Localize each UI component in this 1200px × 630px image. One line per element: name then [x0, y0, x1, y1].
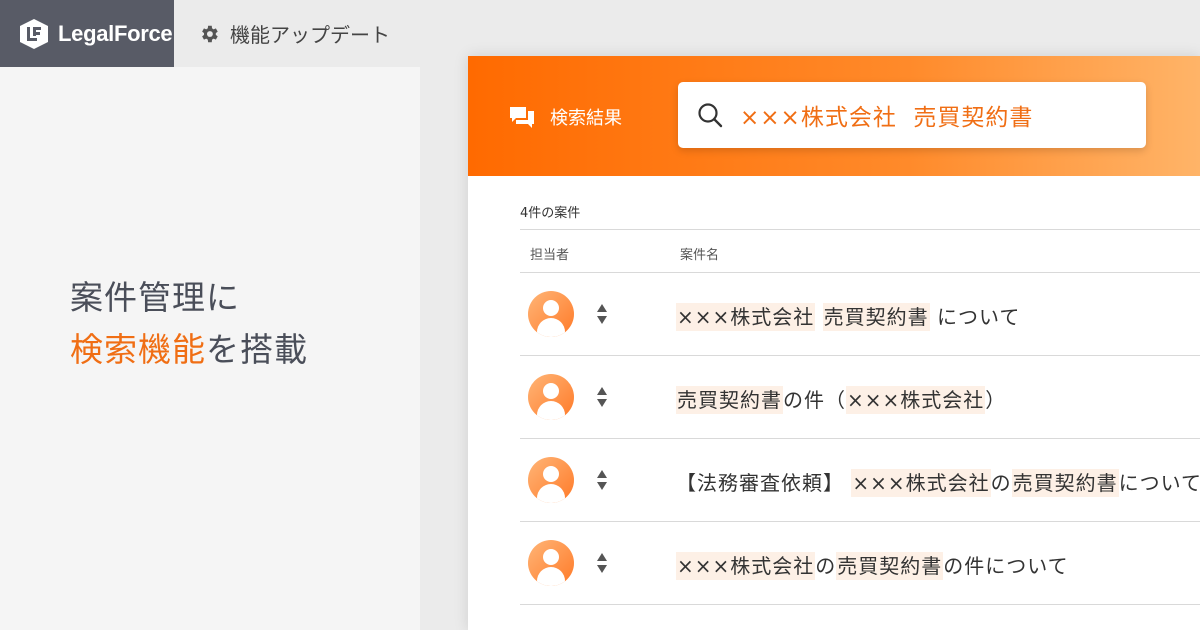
avatar[interactable]: [528, 457, 574, 503]
title-text: の: [815, 554, 837, 578]
table-row[interactable]: 【法務審査依頼】 ×××株式会社の売買契約書について: [520, 439, 1200, 522]
headline-suffix-2: を搭載: [206, 330, 308, 369]
sort-arrows-icon[interactable]: [596, 386, 608, 408]
avatar[interactable]: [528, 540, 574, 586]
column-header-matter-name[interactable]: 案件名: [680, 244, 719, 263]
title-highlight: 売買契約書: [676, 386, 783, 414]
title-text: の件（: [783, 388, 846, 412]
title-text: 【法務審査依頼】: [676, 471, 852, 495]
title-text: について: [929, 305, 1021, 329]
headline-suffix-1: に: [206, 278, 240, 317]
headline-line-1: 案件管理に: [70, 272, 308, 324]
title-highlight: ×××株式会社: [676, 303, 816, 331]
avatar[interactable]: [528, 291, 574, 337]
sort-arrows-icon[interactable]: [596, 552, 608, 574]
feature-update-label: 機能アップデート: [230, 23, 390, 47]
column-header-assignee[interactable]: 担当者: [530, 244, 569, 263]
logo[interactable]: LegalForce: [0, 0, 174, 67]
headline: 案件管理に 検索機能を搭載: [70, 272, 308, 376]
top-bar: LegalForce 機能アップデート: [0, 0, 420, 67]
matter-title: 【法務審査依頼】 ×××株式会社の売買契約書について: [676, 467, 1200, 497]
title-highlight: ×××株式会社: [846, 386, 986, 414]
headline-line-2: 検索機能を搭載: [70, 324, 308, 376]
sort-arrows-icon[interactable]: [596, 469, 608, 491]
matter-title: ×××株式会社の売買契約書の件について: [676, 550, 1069, 580]
avatar[interactable]: [528, 374, 574, 420]
search-header: 検索結果 ×××株式会社 売買契約書: [468, 56, 1200, 176]
matter-title: 売買契約書の件（×××株式会社）: [676, 384, 1007, 414]
search-results-label: 検索結果: [508, 104, 622, 130]
logo-text: LegalForce: [58, 20, 173, 46]
result-count: 4件の案件: [520, 206, 581, 221]
table-row[interactable]: ×××株式会社 売買契約書 について: [520, 273, 1200, 356]
table-row[interactable]: 売買契約書の件（×××株式会社）: [520, 356, 1200, 439]
chat-bubbles-icon: [510, 107, 534, 128]
title-highlight: ×××株式会社: [676, 552, 816, 580]
search-icon: [698, 103, 723, 128]
title-highlight: ×××株式会社: [851, 469, 991, 497]
search-input[interactable]: ×××株式会社 売買契約書: [678, 82, 1146, 148]
divider: [520, 229, 1200, 230]
title-text: について: [1118, 471, 1200, 495]
search-query[interactable]: ×××株式会社 売買契約書: [740, 98, 1033, 132]
feature-update-link[interactable]: 機能アップデート: [174, 0, 390, 67]
headline-accent: 検索機能: [70, 330, 206, 369]
title-text: の件について: [943, 554, 1069, 578]
headline-main: 案件管理: [70, 278, 206, 317]
gear-icon: [202, 25, 218, 42]
legalforce-logo-icon: [20, 18, 48, 49]
sort-arrows-icon[interactable]: [596, 303, 608, 325]
title-text: の: [990, 471, 1012, 495]
title-text: [815, 305, 822, 329]
search-results-text: 検索結果: [550, 108, 622, 129]
matter-title: ×××株式会社 売買契約書 について: [676, 301, 1021, 331]
table-row[interactable]: ×××株式会社の売買契約書の件について: [520, 522, 1200, 605]
title-highlight: 売買契約書: [822, 303, 930, 331]
search-results-panel: 検索結果 ×××株式会社 売買契約書 4件の案件 担当者 案件名 ×××株式会社…: [468, 56, 1200, 630]
left-column: LegalForce 機能アップデート 案件管理に 検索機能を搭載: [0, 0, 420, 630]
title-highlight: 売買契約書: [836, 552, 944, 580]
title-highlight: 売買契約書: [1011, 469, 1119, 497]
title-text: ）: [985, 388, 1007, 412]
